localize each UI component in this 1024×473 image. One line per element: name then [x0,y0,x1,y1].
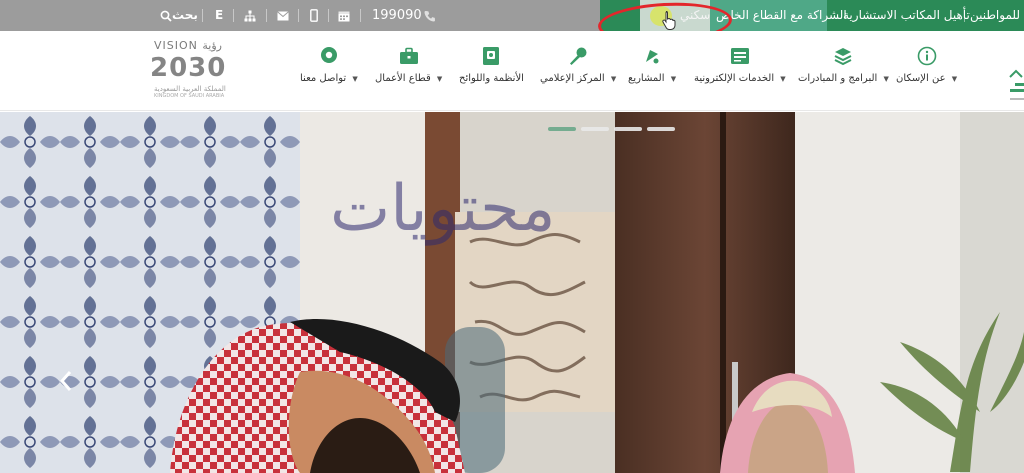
bell-icon [641,45,663,67]
nav-item-programs[interactable]: ▼ البرامج و المبادرات [798,45,889,84]
briefcase-icon [398,45,420,67]
layers-icon [832,45,854,67]
microphone-icon [567,45,589,67]
chevron-down-icon: ▼ [883,75,889,83]
tab-citizens-label[interactable]: للمواطنين [970,0,1020,31]
nav-label: المركز الإعلامي [540,73,605,84]
chevron-left-icon[interactable] [58,370,74,392]
mobile-icon[interactable] [304,0,324,31]
nav-label: قطاع الأعمال [375,73,431,84]
chevron-down-icon: ▼ [610,75,617,83]
hand-cursor-icon [662,10,676,30]
calendar-icon[interactable] [334,0,354,31]
chevron-down-icon: ▼ [436,75,443,83]
divider [328,9,329,22]
nav-item-eservices[interactable]: ▼ الخدمات الإلكترونية [694,45,786,84]
slider-dot-4[interactable] [647,127,675,131]
utility-bar [0,0,600,31]
nav-item-about[interactable]: ▼ عن الإسكان [896,45,957,84]
nav-label: المشاريع [628,73,665,84]
nav-label: تواصل معنا [300,73,347,84]
chat-icon [318,45,340,67]
vision-2030-logo[interactable]: VISION رؤية 2030 المملكة العربية السعودي… [150,37,242,101]
nav-item-regulations[interactable]: الأنظمة واللوائح [459,45,524,84]
vision-year: 2030 [150,53,227,83]
divider [964,9,965,22]
nav-item-contact[interactable]: ▼ تواصل معنا [300,45,358,84]
housing-ministry-logo[interactable] [1006,43,1024,103]
mail-icon[interactable] [273,0,293,31]
id-card-icon [729,45,751,67]
nav-label: البرامج و المبادرات [798,73,878,84]
chevron-down-icon: ▼ [951,75,958,83]
language-switch[interactable]: E [215,0,223,31]
tab-consulting-label[interactable]: تأهيل المكاتب الاستشارية [843,0,970,31]
chevron-down-icon: ▼ [670,75,677,83]
slider-dot-3[interactable] [614,127,642,131]
book-icon [480,45,502,67]
search-label[interactable]: بحث [172,0,198,31]
phone-icon [420,0,440,31]
nav-label: الخدمات الإلكترونية [694,73,775,84]
chevron-down-icon: ▼ [352,75,358,83]
divider [298,9,299,22]
nav-item-business[interactable]: ▼ قطاع الأعمال [375,45,442,84]
info-icon [916,45,938,67]
main-nav: VISION رؤية 2030 المملكة العربية السعودي… [0,31,1024,111]
nav-label: الأنظمة واللوائح [459,73,524,84]
divider [266,9,267,22]
nav-label: عن الإسكان [896,73,946,84]
hero-slider[interactable]: محتويات [0,112,1024,473]
divider [360,9,361,22]
nav-item-media[interactable]: ▼ المركز الإعلامي [540,45,616,84]
vision-subtitle-en: KINGDOM OF SAUDI ARABIA [154,93,225,99]
vision-subtitle-ar: المملكة العربية السعودية [154,85,226,93]
slider-indicators [548,127,675,131]
tab-private-sector-label[interactable]: الشراكة مع القطاع الخاص [716,0,847,31]
slider-dot-2[interactable] [581,127,609,131]
watermark-text: محتويات [330,172,556,246]
vision-title: VISION رؤية [154,39,222,52]
hero-photo [0,112,1024,473]
nav-item-projects[interactable]: ▼ المشاريع [628,45,676,84]
hotline-number[interactable]: 199090 [372,0,422,31]
divider [202,9,203,22]
slider-dot-1[interactable] [548,127,576,131]
sitemap-icon[interactable] [240,0,260,31]
divider [233,9,234,22]
chevron-down-icon: ▼ [780,75,786,83]
top-bar: بحث E 199090 سكني الشراكة مع القطاع الخا… [0,0,1024,47]
